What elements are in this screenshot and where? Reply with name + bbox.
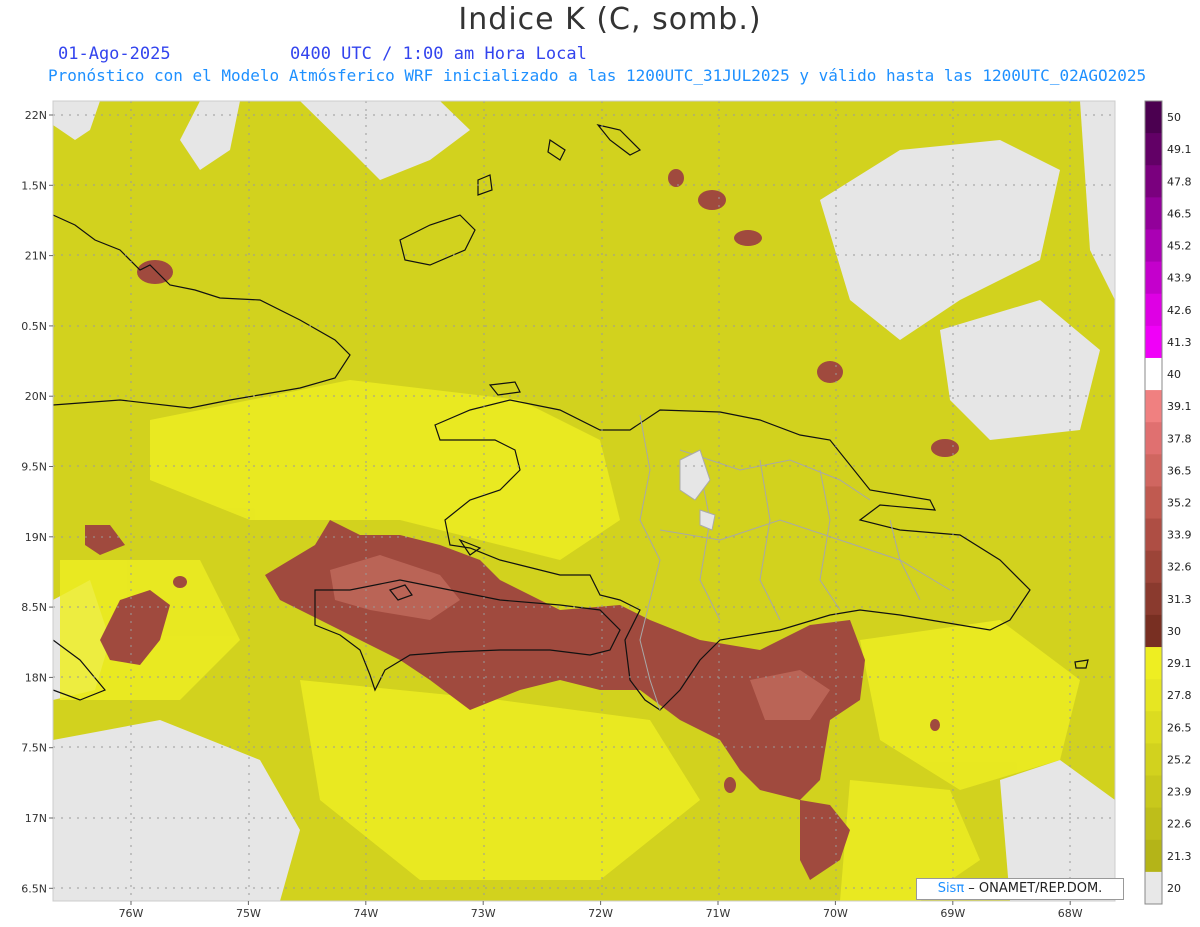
colorbar-label: 39.1 bbox=[1167, 400, 1192, 413]
lat-label: 17N bbox=[25, 812, 47, 825]
hot-cell-7 bbox=[173, 576, 187, 588]
hot-cell-6 bbox=[137, 260, 173, 284]
colorbar-label: 45.2 bbox=[1167, 240, 1192, 253]
longitude-labels: 76W 75W 74W 73W 72W 71W 70W 69W 68W bbox=[119, 901, 1083, 920]
colorbar-swatch bbox=[1145, 133, 1162, 166]
lon-label: 72W bbox=[588, 907, 613, 920]
lat-label: 21N bbox=[25, 250, 47, 263]
colorbar-label: 22.6 bbox=[1167, 818, 1192, 831]
colorbar-swatch bbox=[1145, 679, 1162, 712]
colorbar-swatch bbox=[1145, 454, 1162, 487]
hot-cell-5 bbox=[931, 439, 959, 457]
lon-label: 71W bbox=[706, 907, 731, 920]
colorbar-label: 33.9 bbox=[1167, 529, 1192, 542]
lat-label: 6.5N bbox=[21, 882, 47, 895]
colorbar-swatch bbox=[1145, 614, 1162, 648]
lon-label: 76W bbox=[119, 907, 144, 920]
hot-cell-2 bbox=[734, 230, 762, 246]
latitude-labels: 22N 1.5N 21N 0.5N 20N 9.5N 19N 8.5N 18N 7.5N 17N 6.… bbox=[21, 109, 53, 895]
credit-box: Sisπ – ONAMET/REP.DOM. bbox=[916, 878, 1124, 900]
credit-text: – ONAMET/REP.DOM. bbox=[964, 881, 1103, 896]
colorbar-swatch bbox=[1145, 582, 1162, 616]
colorbar-swatch bbox=[1145, 325, 1162, 359]
hot-cell-4 bbox=[817, 361, 843, 383]
colorbar-swatch bbox=[1145, 229, 1162, 263]
colorbar-swatch bbox=[1145, 101, 1162, 134]
colorbar-label: 46.5 bbox=[1167, 207, 1192, 220]
colorbar-label: 43.9 bbox=[1167, 272, 1192, 285]
colorbar-label: 25.2 bbox=[1167, 753, 1192, 766]
colorbar-swatch bbox=[1145, 518, 1162, 552]
lat-label: 9.5N bbox=[21, 461, 47, 474]
lon-label: 70W bbox=[823, 907, 848, 920]
colorbar-label: 49.1 bbox=[1167, 143, 1192, 156]
colorbar-swatch bbox=[1145, 165, 1162, 198]
lat-label: 22N bbox=[25, 109, 47, 122]
colorbar-label: 31.3 bbox=[1167, 593, 1192, 606]
colorbar-label: 50 bbox=[1167, 111, 1181, 124]
colorbar-swatch bbox=[1145, 197, 1162, 230]
lat-label: 19N bbox=[25, 531, 47, 544]
lon-label: 69W bbox=[940, 907, 965, 920]
lat-label: 20N bbox=[25, 390, 47, 403]
colorbar-label: 47.8 bbox=[1167, 175, 1192, 188]
colorbar-label: 37.8 bbox=[1167, 432, 1192, 445]
colorbar-label: 35.2 bbox=[1167, 497, 1192, 510]
colorbar-swatch bbox=[1145, 647, 1162, 680]
colorbar-label: 23.9 bbox=[1167, 786, 1192, 799]
colorbar-label: 40 bbox=[1167, 368, 1181, 381]
lon-label: 75W bbox=[236, 907, 261, 920]
colorbar-swatch bbox=[1145, 743, 1162, 777]
lat-label: 18N bbox=[25, 671, 47, 684]
colorbar-label: 20 bbox=[1167, 882, 1181, 895]
colorbar-label: 21.3 bbox=[1167, 850, 1192, 863]
hot-cell-1 bbox=[698, 190, 726, 210]
lon-label: 74W bbox=[353, 907, 378, 920]
colorbar-swatch bbox=[1145, 486, 1162, 520]
colorbar-swatch bbox=[1145, 871, 1162, 905]
colorbar-label: 42.6 bbox=[1167, 304, 1192, 317]
colorbar-label: 32.6 bbox=[1167, 561, 1192, 574]
colorbar-swatch bbox=[1145, 390, 1162, 423]
colorbar-swatch bbox=[1145, 357, 1162, 391]
colorbar-swatch bbox=[1145, 293, 1162, 327]
colorbar-label: 36.5 bbox=[1167, 464, 1192, 477]
colorbar-label: 27.8 bbox=[1167, 689, 1192, 702]
hot-cell-9 bbox=[724, 777, 736, 793]
colorbar-swatch bbox=[1145, 839, 1162, 873]
colorbar-swatch bbox=[1145, 775, 1162, 809]
lat-label: 7.5N bbox=[21, 742, 47, 755]
colorbar-label: 26.5 bbox=[1167, 721, 1192, 734]
credit-brand: Sisπ bbox=[937, 881, 965, 896]
colorbar-swatch bbox=[1145, 261, 1162, 295]
colorbar-swatch bbox=[1145, 807, 1162, 841]
colorbar: 50 49.1 47.8 46.5 45.2 43.9 42.6 41.3 40 39.1 37.8… bbox=[1144, 100, 1192, 905]
k-index-map: 22N 1.5N 21N 0.5N 20N 9.5N 19N 8.5N 18N 7.5N 17N 6.… bbox=[21, 100, 1192, 920]
colorbar-swatch bbox=[1145, 711, 1162, 744]
colorbar-label: 30 bbox=[1167, 625, 1181, 638]
lat-label: 1.5N bbox=[21, 179, 47, 192]
lon-label: 73W bbox=[471, 907, 496, 920]
colorbar-swatch bbox=[1145, 550, 1162, 584]
lat-label: 8.5N bbox=[21, 601, 47, 614]
colorbar-label: 29.1 bbox=[1167, 657, 1192, 670]
hot-cell-8 bbox=[930, 719, 940, 731]
lon-label: 68W bbox=[1058, 907, 1083, 920]
colorbar-label: 41.3 bbox=[1167, 336, 1192, 349]
lat-label: 0.5N bbox=[21, 320, 47, 333]
colorbar-swatch bbox=[1145, 422, 1162, 455]
hot-cell-3 bbox=[668, 169, 684, 187]
